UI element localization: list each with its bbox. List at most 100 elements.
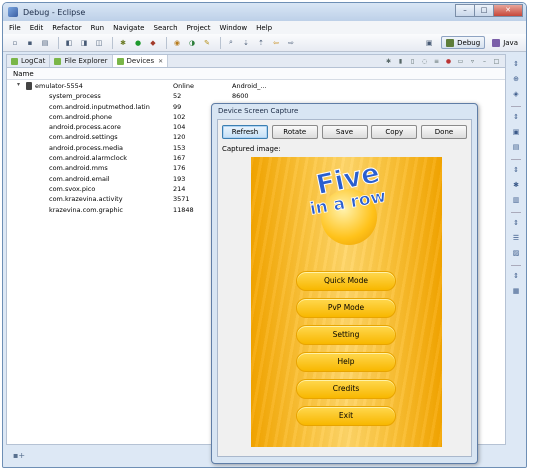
avd-manager-icon[interactable]: ◨ bbox=[78, 37, 90, 48]
search-icon[interactable]: ⌕ bbox=[225, 37, 237, 48]
restore-icon[interactable]: ⇕ bbox=[511, 272, 521, 281]
done-button[interactable]: Done bbox=[421, 125, 467, 139]
dump-hprof-icon[interactable]: ▯ bbox=[408, 57, 417, 65]
external-tools-icon[interactable]: ◆ bbox=[147, 37, 159, 48]
menu-edit[interactable]: Edit bbox=[30, 24, 44, 32]
collapse-arrow-icon[interactable]: ▾ bbox=[17, 81, 20, 88]
close-button[interactable]: ✕ bbox=[493, 4, 523, 17]
trim-separator bbox=[511, 265, 521, 266]
fast-view-icon[interactable]: ▪+ bbox=[13, 451, 25, 460]
dialog-body: Refresh Rotate Save Copy Done Captured i… bbox=[217, 119, 472, 457]
tab-file-explorer-label: File Explorer bbox=[64, 57, 108, 65]
minimize-button[interactable]: – bbox=[455, 4, 475, 17]
view-menu-icon[interactable]: ▿ bbox=[468, 57, 477, 65]
open-perspective-icon[interactable]: ▣ bbox=[423, 37, 435, 48]
screen-capture-dialog: Device Screen Capture Refresh Rotate Sav… bbox=[211, 103, 478, 464]
setting-button[interactable]: Setting bbox=[296, 325, 396, 345]
debug-process-icon[interactable]: ✱ bbox=[384, 57, 393, 65]
new-icon[interactable]: ▫ bbox=[9, 37, 21, 48]
window-controls: – □ ✕ bbox=[455, 4, 523, 17]
tasks-icon[interactable]: ▨ bbox=[511, 249, 521, 258]
menu-file[interactable]: File bbox=[9, 24, 21, 32]
copy-button[interactable]: Copy bbox=[371, 125, 418, 139]
emulator-target: Android_... bbox=[232, 82, 267, 90]
restore-icon[interactable]: ⇕ bbox=[511, 219, 521, 228]
open-type-icon[interactable]: ✎ bbox=[201, 37, 213, 48]
tab-logcat[interactable]: LogCat bbox=[7, 55, 51, 67]
save-button[interactable]: Save bbox=[321, 125, 368, 139]
emulator-control-icon[interactable]: ☰ bbox=[511, 234, 521, 243]
prev-annotation-icon[interactable]: ⇡ bbox=[255, 37, 267, 48]
process-pid: 214 bbox=[173, 184, 186, 193]
breakpoints-icon[interactable]: ◈ bbox=[511, 90, 521, 99]
gc-icon[interactable]: ◌ bbox=[420, 57, 429, 65]
debug-icon[interactable]: ✱ bbox=[117, 37, 129, 48]
console-icon[interactable]: ▤ bbox=[511, 143, 521, 152]
outline-icon[interactable]: ▣ bbox=[511, 128, 521, 137]
perspective-java-label: Java bbox=[503, 38, 518, 47]
process-pid: 99 bbox=[173, 102, 182, 111]
eclipse-icon bbox=[8, 7, 18, 17]
screen-capture-icon[interactable]: ▭ bbox=[456, 57, 465, 65]
update-heap-icon[interactable]: ▮ bbox=[396, 57, 405, 65]
menu-project[interactable]: Project bbox=[187, 24, 211, 32]
process-pid: 52 bbox=[173, 92, 182, 101]
tab-devices-label: Devices bbox=[126, 57, 155, 65]
window-title: Debug - Eclipse bbox=[23, 7, 86, 17]
forward-icon[interactable]: ⇨ bbox=[285, 37, 297, 48]
run-icon[interactable]: ● bbox=[132, 37, 144, 48]
credits-button[interactable]: Credits bbox=[296, 379, 396, 399]
maximize-view-icon[interactable]: □ bbox=[492, 57, 501, 65]
menu-window[interactable]: Window bbox=[220, 24, 248, 32]
perspective-debug[interactable]: Debug bbox=[441, 36, 486, 49]
tab-file-explorer[interactable]: File Explorer bbox=[50, 55, 113, 67]
restore-icon[interactable]: ⇕ bbox=[511, 113, 521, 122]
process-pid: 3571 bbox=[173, 195, 190, 204]
close-tab-icon[interactable]: ✕ bbox=[158, 58, 163, 65]
perspective-java[interactable]: Java bbox=[488, 36, 522, 49]
tab-devices[interactable]: Devices ✕ bbox=[112, 55, 169, 67]
help-button[interactable]: Help bbox=[296, 352, 396, 372]
minimize-view-icon[interactable]: – bbox=[480, 57, 489, 65]
variables-icon[interactable]: ⊕ bbox=[511, 75, 521, 84]
menu-navigate[interactable]: Navigate bbox=[113, 24, 144, 32]
stop-process-icon[interactable]: ● bbox=[444, 57, 453, 65]
menu-refactor[interactable]: Refactor bbox=[52, 24, 81, 32]
process-row[interactable]: system_process 52 8600 bbox=[7, 91, 505, 101]
column-name[interactable]: Name bbox=[13, 70, 34, 78]
android-sdk-icon[interactable]: ◧ bbox=[63, 37, 75, 48]
debug-perspective-icon bbox=[446, 38, 455, 47]
update-threads-icon[interactable]: ≡ bbox=[432, 57, 441, 65]
trim-separator bbox=[511, 212, 521, 213]
rotate-button[interactable]: Rotate bbox=[271, 125, 318, 139]
menu-run[interactable]: Run bbox=[91, 24, 104, 32]
refresh-button[interactable]: Refresh bbox=[222, 125, 268, 139]
process-pid: 104 bbox=[173, 123, 186, 132]
threads-icon[interactable]: ✱ bbox=[511, 181, 521, 190]
device-icon bbox=[26, 82, 32, 90]
back-icon[interactable]: ⇦ bbox=[270, 37, 282, 48]
menu-search[interactable]: Search bbox=[154, 24, 178, 32]
menu-help[interactable]: Help bbox=[256, 24, 272, 32]
toolbar-separator bbox=[112, 36, 113, 49]
problems-icon[interactable]: ▦ bbox=[511, 287, 521, 296]
quick-mode-button[interactable]: Quick Mode bbox=[296, 271, 396, 291]
emulator-name: emulator-5554 bbox=[35, 82, 83, 90]
print-icon[interactable]: ▤ bbox=[39, 37, 51, 48]
restore-icon[interactable]: ⇕ bbox=[511, 166, 521, 175]
process-pid: 120 bbox=[173, 133, 186, 142]
process-name: com.android.phone bbox=[49, 112, 113, 121]
next-annotation-icon[interactable]: ⇣ bbox=[240, 37, 252, 48]
save-icon[interactable]: ▪ bbox=[24, 37, 36, 48]
emulator-row[interactable]: ▾ emulator-5554 Online Android_... bbox=[7, 81, 505, 91]
java-perspective-icon bbox=[492, 38, 501, 47]
dialog-title: Device Screen Capture bbox=[218, 107, 299, 115]
new-project-icon[interactable]: ◫ bbox=[93, 37, 105, 48]
exit-button[interactable]: Exit bbox=[296, 406, 396, 426]
maximize-button[interactable]: □ bbox=[474, 4, 494, 17]
heap-icon[interactable]: ▥ bbox=[511, 196, 521, 205]
new-class-icon[interactable]: ◑ bbox=[186, 37, 198, 48]
pvp-mode-button[interactable]: PvP Mode bbox=[296, 298, 396, 318]
restore-icon[interactable]: ⇕ bbox=[511, 60, 521, 69]
new-package-icon[interactable]: ◉ bbox=[171, 37, 183, 48]
